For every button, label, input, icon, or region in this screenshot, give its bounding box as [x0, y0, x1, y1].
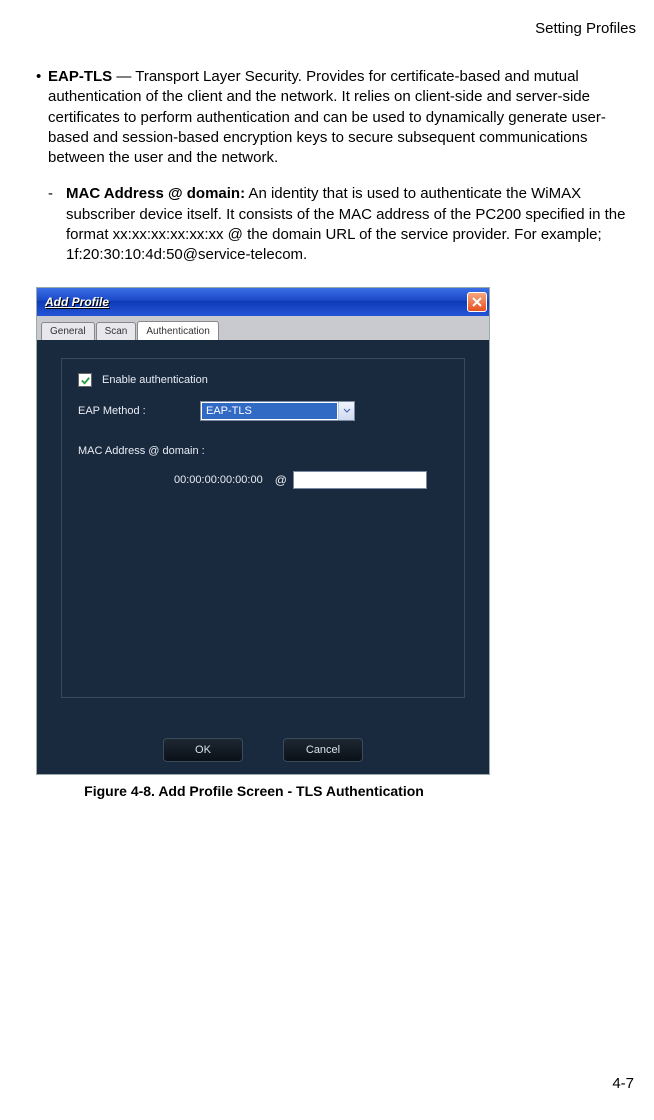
eap-tls-term: EAP-TLS — [48, 68, 112, 85]
close-button[interactable] — [467, 292, 487, 312]
close-icon — [472, 297, 482, 307]
eap-tls-text: — Transport Layer Security. Provides for… — [48, 68, 606, 166]
dialog-titlebar: Add Profile — [37, 288, 489, 316]
chevron-down-icon — [343, 408, 351, 414]
checkmark-icon — [80, 375, 91, 386]
ok-button[interactable]: OK — [163, 738, 243, 762]
dropdown-button[interactable] — [338, 402, 354, 420]
mac-domain-row: 00:00:00:00:00:00 @ — [78, 471, 448, 489]
enable-auth-row: Enable authentication — [78, 373, 448, 387]
dialog-body: Enable authentication EAP Method : EAP-T… — [37, 340, 489, 730]
bullet-icon: • — [36, 67, 48, 168]
dash-icon: - — [48, 184, 66, 265]
eap-method-select[interactable]: EAP-TLS — [200, 401, 355, 421]
mac-domain-label: MAC Address @ domain : — [78, 445, 448, 457]
figure-caption: Figure 4-8. Add Profile Screen - TLS Aut… — [18, 783, 472, 799]
eap-method-row: EAP Method : EAP-TLS — [78, 401, 448, 421]
page-number: 4-7 — [612, 1075, 634, 1092]
cancel-button[interactable]: Cancel — [283, 738, 363, 762]
mac-address-value: 00:00:00:00:00:00 — [174, 474, 263, 486]
enable-auth-checkbox[interactable] — [78, 373, 92, 387]
page-header-section: Setting Profiles — [18, 20, 636, 37]
dialog-title: Add Profile — [45, 295, 109, 309]
tab-scan[interactable]: Scan — [96, 322, 137, 340]
tab-authentication[interactable]: Authentication — [137, 321, 218, 341]
mac-term: MAC Address @ domain: — [66, 185, 245, 202]
eap-method-label: EAP Method : — [78, 405, 200, 417]
mac-address-description: - MAC Address @ domain: An identity that… — [18, 184, 636, 265]
enable-auth-label: Enable authentication — [102, 374, 208, 386]
eap-tls-description: • EAP-TLS — Transport Layer Security. Pr… — [18, 67, 636, 168]
tab-general[interactable]: General — [41, 322, 95, 340]
at-symbol: @ — [275, 473, 287, 487]
auth-panel: Enable authentication EAP Method : EAP-T… — [61, 358, 465, 698]
domain-input[interactable] — [293, 471, 427, 489]
eap-method-value: EAP-TLS — [202, 403, 337, 419]
add-profile-dialog: Add Profile General Scan Authentication … — [36, 287, 490, 775]
button-row: OK Cancel — [37, 730, 489, 774]
tab-strip: General Scan Authentication — [37, 316, 489, 340]
